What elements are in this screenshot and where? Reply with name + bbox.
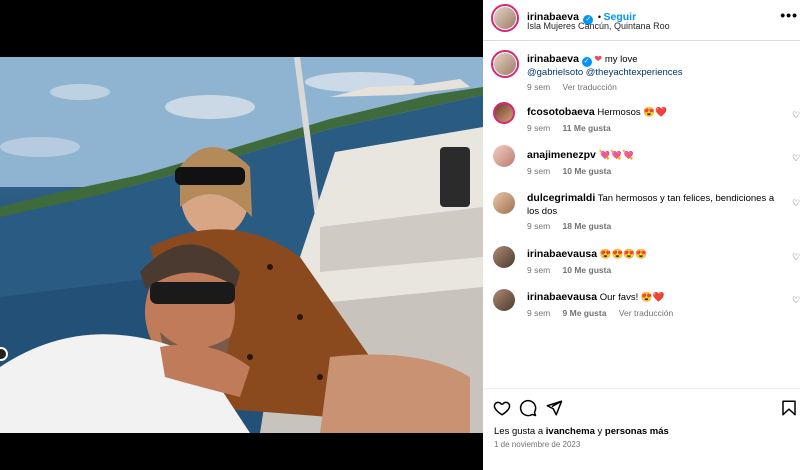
comment-likes[interactable]: 10 Me gusta bbox=[563, 265, 612, 275]
comment-time[interactable]: 9 sem bbox=[527, 166, 550, 176]
comment-text-block: dulcegrimaldi Tan hermosos y tan felices… bbox=[527, 192, 777, 218]
comment-meta: 9 sem 10 Me gusta bbox=[527, 166, 621, 176]
comment-text-block: irinabaevausa 😍😍😍😍 bbox=[527, 248, 777, 262]
share-send-icon[interactable] bbox=[545, 399, 563, 417]
comment-username[interactable]: irinabaevausa bbox=[527, 291, 597, 303]
comment-likes[interactable]: 18 Me gusta bbox=[563, 221, 612, 231]
liker-username[interactable]: ivanchema bbox=[546, 426, 595, 437]
comment-meta: 9 sem 18 Me gusta bbox=[527, 221, 621, 231]
comment-text: 😍😍😍😍 bbox=[599, 249, 648, 260]
comment-username[interactable]: irinabaevausa bbox=[527, 248, 597, 260]
heart-emoji-icon: ❤ bbox=[594, 54, 603, 65]
comment-time[interactable]: 9 sem bbox=[527, 265, 550, 275]
comment-username[interactable]: anajimenezpv bbox=[527, 149, 596, 161]
commenter-avatar[interactable] bbox=[493, 145, 515, 167]
caption-time[interactable]: 9 sem bbox=[527, 82, 550, 92]
post-location[interactable]: Isla Mujeres Cancún, Quintana Roo bbox=[527, 21, 670, 31]
comment-time[interactable]: 9 sem bbox=[527, 308, 550, 318]
like-comment-icon[interactable]: ♡ bbox=[792, 295, 800, 306]
comment-text: Hermosos 😍❤️ bbox=[597, 107, 667, 118]
like-comment-icon[interactable]: ♡ bbox=[792, 198, 800, 209]
caption-text: my love bbox=[604, 54, 638, 65]
post-side-panel: irinabaeva ✓ • Seguir Isla Mujeres Cancú… bbox=[483, 0, 800, 470]
verified-icon: ✓ bbox=[581, 57, 592, 67]
comment-text-block: irinabaevausa Our favs! 😍❤️ bbox=[527, 291, 777, 305]
comment-likes[interactable]: 9 Me gusta bbox=[563, 308, 607, 318]
caption-text-block: irinabaeva ✓ ❤ my love @gabrielsoto @the… bbox=[527, 53, 777, 80]
like-comment-icon[interactable]: ♡ bbox=[792, 110, 800, 121]
comment-item: anajimenezpv 💘💘💘 9 sem 10 Me gusta ♡ bbox=[483, 145, 800, 185]
comment-time[interactable]: 9 sem bbox=[527, 123, 550, 133]
comment-username[interactable]: fcosotobaeva bbox=[527, 106, 595, 118]
comment-meta: 9 sem 9 Me gusta Ver traducción bbox=[527, 308, 683, 318]
more-options-icon[interactable]: ••• bbox=[780, 7, 798, 23]
comment-item: irinabaevausa Our favs! 😍❤️ 9 sem 9 Me g… bbox=[483, 287, 800, 327]
like-comment-icon[interactable]: ♡ bbox=[792, 153, 800, 164]
comment-text-block: fcosotobaeva Hermosos 😍❤️ bbox=[527, 106, 777, 120]
likes-mid: y bbox=[597, 426, 603, 437]
commenter-avatar[interactable] bbox=[493, 102, 515, 124]
post-date[interactable]: 1 de noviembre de 2023 bbox=[494, 440, 580, 449]
comment-bubble-icon[interactable] bbox=[519, 399, 537, 417]
save-bookmark-icon[interactable] bbox=[780, 399, 798, 417]
like-heart-icon[interactable] bbox=[493, 399, 511, 417]
commenter-avatar[interactable] bbox=[493, 246, 515, 268]
translate-link[interactable]: Ver traducción bbox=[619, 308, 673, 318]
comment-username[interactable]: dulcegrimaldi bbox=[527, 192, 595, 204]
caption-username[interactable]: irinabaeva bbox=[527, 53, 579, 65]
comment-meta: 9 sem 11 Me gusta bbox=[527, 123, 621, 133]
likes-prefix: Les gusta a bbox=[494, 426, 544, 437]
comment-likes[interactable]: 11 Me gusta bbox=[563, 123, 611, 133]
comment-text-block: anajimenezpv 💘💘💘 bbox=[527, 149, 777, 163]
comment-text: Our favs! 😍❤️ bbox=[599, 292, 665, 303]
photo-illustration bbox=[0, 57, 483, 433]
mention-link[interactable]: @theyachtexperiences bbox=[586, 67, 683, 78]
commenter-avatar[interactable] bbox=[493, 289, 515, 311]
comment-likes[interactable]: 10 Me gusta bbox=[563, 166, 612, 176]
translate-link[interactable]: Ver traducción bbox=[563, 82, 617, 92]
comment-item: irinabaevausa 😍😍😍😍 9 sem 10 Me gusta ♡ bbox=[483, 244, 800, 284]
post-media bbox=[0, 0, 483, 470]
mention-link[interactable]: @gabrielsoto bbox=[527, 67, 583, 78]
likes-summary: Les gusta a ivanchema y personas más bbox=[494, 426, 669, 437]
post-photo[interactable] bbox=[0, 57, 483, 433]
comment-text: 💘💘💘 bbox=[598, 150, 635, 161]
like-comment-icon[interactable]: ♡ bbox=[792, 252, 800, 263]
commenter-avatar[interactable] bbox=[493, 192, 515, 214]
comment-item: dulcegrimaldi Tan hermosos y tan felices… bbox=[483, 188, 800, 240]
caption-meta: 9 sem Ver traducción bbox=[527, 82, 627, 92]
caption: irinabaeva ✓ ❤ my love @gabrielsoto @the… bbox=[483, 50, 800, 95]
caption-avatar[interactable] bbox=[491, 50, 519, 78]
comment-time[interactable]: 9 sem bbox=[527, 221, 550, 231]
comment-meta: 9 sem 10 Me gusta bbox=[527, 265, 621, 275]
author-avatar[interactable] bbox=[491, 4, 519, 32]
comment-item: fcosotobaeva Hermosos 😍❤️ 9 sem 11 Me gu… bbox=[483, 102, 800, 142]
post-header: irinabaeva ✓ • Seguir Isla Mujeres Cancú… bbox=[483, 0, 800, 41]
likes-others-link[interactable]: personas más bbox=[605, 426, 669, 437]
